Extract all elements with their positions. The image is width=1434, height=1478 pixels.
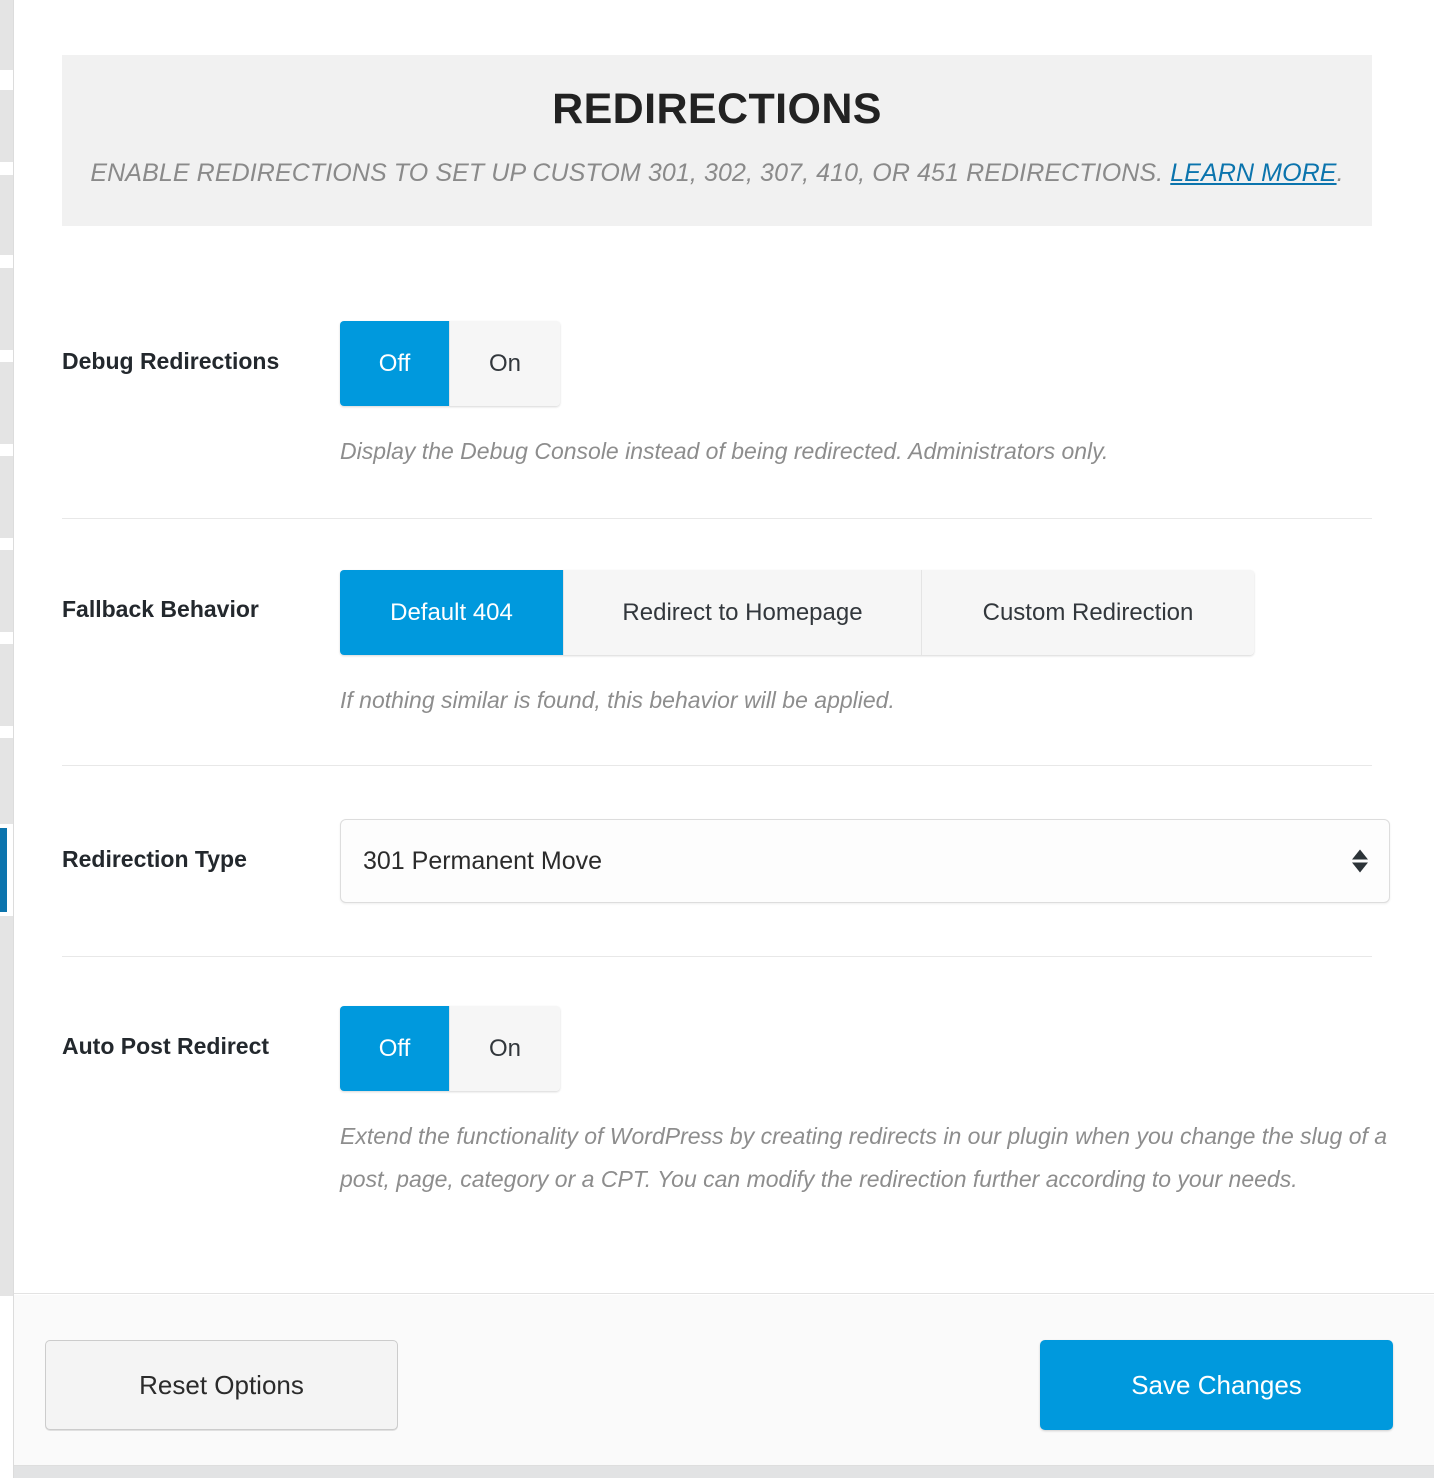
setting-label-auto-post-redirect: Auto Post Redirect — [62, 1033, 270, 1059]
fallback-option-group: Default 404 Redirect to Homepage Custom … — [340, 570, 1254, 655]
rail-segment — [0, 738, 13, 824]
settings-footer: Reset Options Save Changes — [14, 1295, 1434, 1466]
rail-segment — [0, 268, 13, 350]
page-title: Redirections — [552, 85, 882, 133]
setting-label-debug-redirections: Debug Redirections — [62, 348, 280, 374]
rail-segment — [0, 362, 13, 444]
row-divider — [62, 518, 1372, 519]
rail-segment — [0, 456, 13, 538]
rail-segment — [0, 550, 13, 632]
section-banner: Redirections Enable redirections to set … — [62, 55, 1372, 226]
fallback-option-default-404[interactable]: Default 404 — [340, 570, 564, 655]
fallback-option-custom-redirection[interactable]: Custom Redirection — [922, 570, 1254, 655]
toggle-group: Off On — [340, 321, 560, 406]
learn-more-link[interactable]: Learn more — [1170, 159, 1336, 187]
admin-menu-rail[interactable] — [0, 0, 14, 1478]
settings-card: Redirections Enable redirections to set … — [14, 0, 1434, 1466]
rail-active-marker — [0, 828, 7, 912]
section-description-text-before: Enable redirections to set up custom 301… — [90, 159, 1171, 188]
setting-label-redirection-type: Redirection Type — [62, 846, 247, 872]
setting-label-fallback-behavior: Fallback Behavior — [62, 596, 259, 622]
toggle-group: Off On — [340, 1006, 560, 1091]
rail-segment — [0, 0, 13, 70]
section-description: Enable redirections to set up custom 301… — [90, 156, 1344, 192]
setting-help-fallback-behavior: If nothing similar is found, this behavi… — [340, 687, 895, 713]
select-box[interactable]: 301 Permanent Move — [340, 819, 1390, 903]
toggle-option-off[interactable]: Off — [340, 321, 450, 406]
select-redirection-type[interactable]: 301 Permanent Move — [340, 819, 1390, 903]
toggle-option-on[interactable]: On — [450, 1006, 560, 1091]
setting-help-debug-redirections: Display the Debug Console instead of bei… — [340, 438, 1109, 464]
reset-options-button[interactable]: Reset Options — [45, 1340, 398, 1430]
rail-segment — [0, 90, 13, 162]
toggle-auto-post-redirect: Off On — [340, 1006, 560, 1091]
rail-segment — [0, 175, 13, 255]
row-divider — [62, 765, 1372, 766]
fallback-option-redirect-homepage[interactable]: Redirect to Homepage — [564, 570, 922, 655]
section-description-text-after: . — [1336, 159, 1344, 188]
toggle-option-on[interactable]: On — [450, 321, 560, 406]
rail-segment — [0, 644, 13, 726]
button-group-fallback-behavior: Default 404 Redirect to Homepage Custom … — [340, 570, 1254, 655]
setting-help-auto-post-redirect: Extend the functionality of WordPress by… — [340, 1123, 1388, 1192]
rail-segment — [0, 916, 13, 1296]
toggle-option-off[interactable]: Off — [340, 1006, 450, 1091]
save-changes-button[interactable]: Save Changes — [1040, 1340, 1393, 1430]
select-value: 301 Permanent Move — [363, 846, 603, 875]
row-divider — [62, 956, 1372, 957]
settings-card-body: Redirections Enable redirections to set … — [14, 0, 1434, 1294]
toggle-debug-redirections: Off On — [340, 321, 560, 406]
